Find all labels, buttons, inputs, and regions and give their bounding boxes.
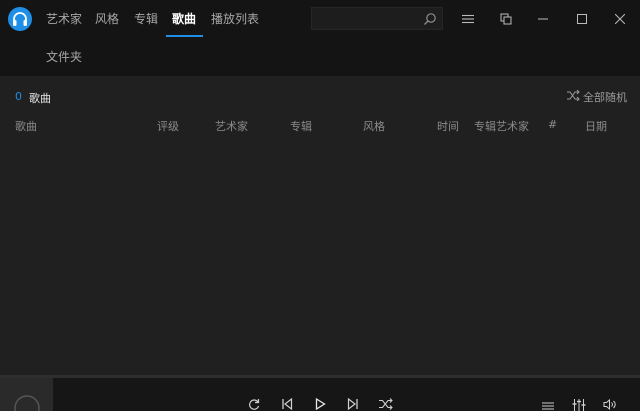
next-icon[interactable]	[345, 397, 361, 411]
play-icon[interactable]	[312, 397, 328, 411]
headphones-logo-icon	[8, 7, 32, 31]
song-count-label: 歌曲	[29, 92, 51, 105]
tab-genres[interactable]: 风格	[95, 10, 119, 27]
column-header-rating[interactable]: 评级	[157, 118, 179, 134]
column-header-date[interactable]: 日期	[585, 118, 607, 134]
tab-artists[interactable]: 艺术家	[46, 10, 82, 27]
column-header-album[interactable]: 专辑	[290, 118, 312, 134]
minimize-icon[interactable]	[533, 9, 553, 29]
tab-playlists[interactable]: 播放列表	[211, 10, 259, 27]
shuffle-icon	[567, 89, 580, 104]
column-header-track-number[interactable]: #	[548, 118, 557, 131]
album-art-placeholder[interactable]	[0, 378, 53, 411]
hamburger-menu-icon[interactable]	[458, 9, 478, 29]
column-header-artist[interactable]: 艺术家	[215, 118, 248, 134]
column-header-genre[interactable]: 风格	[363, 118, 385, 134]
column-header-song[interactable]: 歌曲	[15, 118, 37, 134]
shuffle-all-button[interactable]: 全部随机	[567, 89, 627, 105]
volume-icon[interactable]	[602, 397, 618, 411]
search-input[interactable]	[316, 10, 420, 27]
shuffle-playback-icon[interactable]	[378, 397, 394, 411]
search-icon[interactable]	[423, 11, 437, 30]
maximize-icon[interactable]	[572, 9, 592, 29]
tab-songs[interactable]: 歌曲	[172, 10, 196, 27]
sub-navigation-bar	[0, 38, 640, 76]
playlist-queue-icon[interactable]	[540, 397, 556, 411]
compact-overlay-icon[interactable]	[496, 9, 516, 29]
close-icon[interactable]	[610, 9, 630, 29]
song-count: 0	[15, 90, 22, 103]
repeat-icon[interactable]	[246, 397, 262, 411]
active-tab-indicator	[166, 35, 203, 37]
previous-icon[interactable]	[279, 397, 295, 411]
tab-folders[interactable]: 文件夹	[46, 48, 82, 65]
equalizer-icon[interactable]	[571, 397, 587, 411]
tab-albums[interactable]: 专辑	[134, 10, 158, 27]
column-header-album-artist[interactable]: 专辑艺术家	[474, 118, 529, 134]
headphones-icon	[14, 395, 40, 411]
shuffle-all-label: 全部随机	[583, 91, 627, 104]
column-header-time[interactable]: 时间	[437, 118, 459, 134]
search-box	[311, 7, 443, 30]
